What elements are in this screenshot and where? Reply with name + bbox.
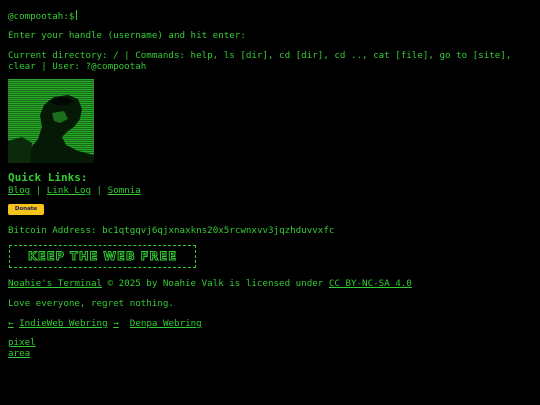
license-text: © 2025 by Noahie Valk is licensed under — [102, 278, 329, 289]
indieweb-prev-link[interactable]: ← — [8, 318, 14, 329]
quick-links: Blog | Link Log | Somnia — [8, 185, 141, 196]
webrings: ← IndieWeb Webring → Denpa Webring — [8, 318, 202, 329]
bitcoin-label: Bitcoin Address: — [8, 225, 97, 236]
pixel-area-link[interactable]: pixel area — [8, 337, 48, 359]
quick-links-title: Quick Links: — [8, 171, 88, 184]
terminal-page: @compootah:$ Enter your handle (username… — [0, 0, 540, 405]
banner-text: KEEP THE WEB FREE — [27, 249, 178, 264]
license-link[interactable]: CC BY-NC-SA 4.0 — [329, 278, 412, 289]
link-separator: | — [91, 185, 108, 196]
text-cursor — [76, 10, 78, 20]
denpa-webring-link[interactable]: Denpa Webring — [130, 318, 202, 329]
site-name-link[interactable]: Noahie's Terminal — [8, 278, 102, 289]
donate-button[interactable]: Donate — [8, 204, 44, 215]
keep-web-free-banner[interactable]: KEEP THE WEB FREE — [9, 245, 196, 268]
indieweb-next-link[interactable]: → — [113, 318, 119, 329]
bitcoin-address: Bitcoin Address: bc1qtgqvj6qjxnaxkns20x5… — [8, 225, 334, 236]
avatar-portrait — [8, 79, 94, 163]
prompt-text: @compootah:$ — [8, 11, 75, 22]
somnia-link[interactable]: Somnia — [108, 185, 141, 196]
link-log-link[interactable]: Link Log — [47, 185, 91, 196]
avatar-image — [8, 79, 94, 163]
donate-label: Donate — [14, 206, 38, 212]
terminal-prompt[interactable]: @compootah:$ — [8, 10, 78, 22]
blog-link[interactable]: Blog — [8, 185, 30, 196]
link-separator: | — [30, 185, 47, 196]
bitcoin-value: bc1qtgqvj6qjxnaxkns20x5rcwnxvv3jqzhduvvx… — [102, 225, 335, 236]
license-line: Noahie's Terminal © 2025 by Noahie Valk … — [8, 278, 412, 289]
tagline: Love everyone, regret nothing. — [8, 298, 174, 309]
status-line: Current directory: / | Commands: help, l… — [8, 50, 512, 72]
indieweb-webring-link[interactable]: IndieWeb Webring — [19, 318, 108, 329]
instructions: Enter your handle (username) and hit ent… — [8, 30, 246, 41]
